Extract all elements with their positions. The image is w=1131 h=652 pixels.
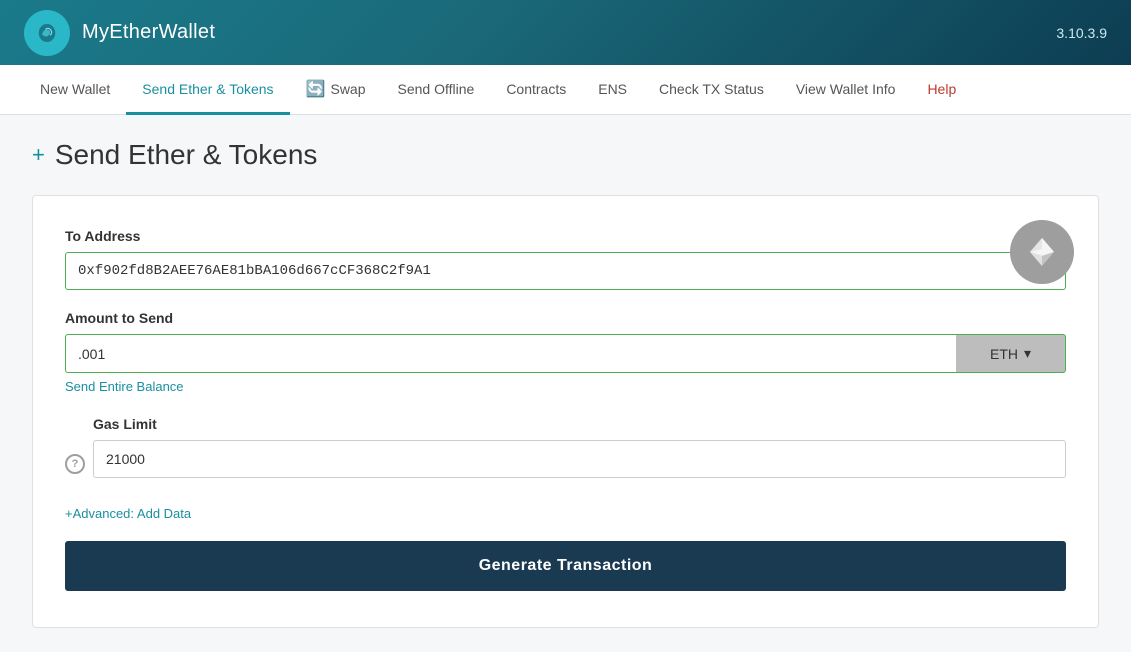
to-address-label: To Address — [65, 228, 1066, 244]
page-title: Send Ether & Tokens — [55, 139, 318, 171]
amount-input[interactable] — [65, 334, 956, 373]
gas-limit-group: Gas Limit — [93, 416, 1066, 478]
ethereum-icon — [1010, 220, 1074, 284]
to-address-group: To Address — [65, 228, 1066, 290]
gas-field-wrapper: Gas Limit — [93, 416, 1066, 498]
currency-label: ETH — [990, 346, 1018, 362]
amount-label: Amount to Send — [65, 310, 1066, 326]
nav-item-ens[interactable]: ENS — [582, 65, 643, 115]
header: MyEtherWallet 3.10.3.9 — [0, 0, 1131, 65]
nav-item-send-ether-tokens[interactable]: Send Ether & Tokens — [126, 65, 289, 115]
amount-row: ETH ▾ — [65, 334, 1066, 373]
gas-limit-input[interactable] — [93, 440, 1066, 478]
app-name: MyEtherWallet — [82, 21, 215, 44]
page-title-row: + Send Ether & Tokens — [32, 139, 1099, 171]
version-label: 3.10.3.9 — [1056, 25, 1107, 41]
plus-icon: + — [32, 144, 45, 166]
header-left: MyEtherWallet — [24, 10, 215, 56]
gas-help-icon[interactable]: ? — [65, 454, 85, 474]
form-card: To Address Amount to Send ETH ▾ Send Ent… — [32, 195, 1099, 628]
gas-limit-label: Gas Limit — [93, 416, 1066, 432]
amount-group: Amount to Send ETH ▾ Send Entire Balance — [65, 310, 1066, 396]
logo-icon — [24, 10, 70, 56]
nav-item-check-tx-status[interactable]: Check TX Status — [643, 65, 780, 115]
swap-icon: 🔄 — [306, 79, 326, 99]
nav-item-new-wallet[interactable]: New Wallet — [24, 65, 126, 115]
nav-item-send-offline[interactable]: Send Offline — [382, 65, 491, 115]
advanced-add-data-link[interactable]: +Advanced: Add Data — [65, 506, 191, 521]
currency-dropdown-button[interactable]: ETH ▾ — [956, 334, 1066, 373]
nav-item-contracts[interactable]: Contracts — [490, 65, 582, 115]
nav-bar: New Wallet Send Ether & Tokens 🔄Swap Sen… — [0, 65, 1131, 115]
send-entire-balance-link[interactable]: Send Entire Balance — [65, 379, 184, 394]
dropdown-arrow-icon: ▾ — [1024, 345, 1031, 362]
gas-limit-row: ? Gas Limit — [65, 416, 1066, 498]
nav-item-help[interactable]: Help — [911, 65, 972, 115]
nav-item-view-wallet-info[interactable]: View Wallet Info — [780, 65, 912, 115]
nav-item-swap[interactable]: 🔄Swap — [290, 65, 382, 115]
generate-transaction-button[interactable]: Generate Transaction — [65, 541, 1066, 591]
to-address-input[interactable] — [65, 252, 1066, 290]
page-content: + Send Ether & Tokens To Address Amount … — [0, 115, 1131, 652]
